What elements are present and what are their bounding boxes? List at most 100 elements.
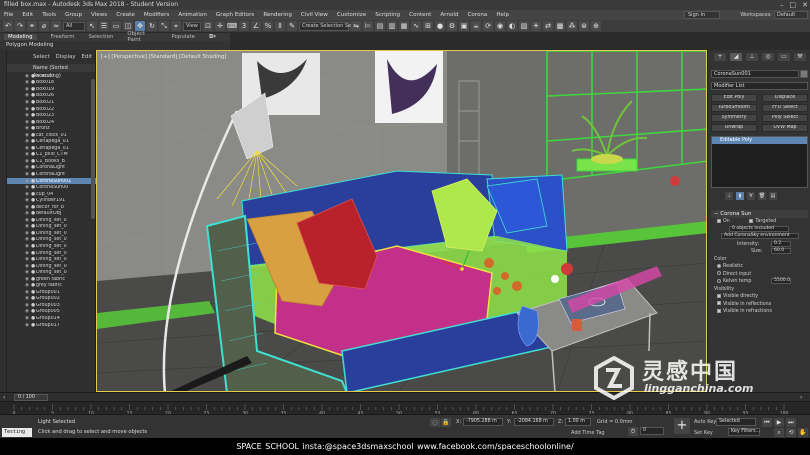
explorer-tab-select[interactable]: Select xyxy=(33,54,50,64)
menu-views[interactable]: Views xyxy=(91,12,107,18)
tab-populate[interactable]: Populate xyxy=(172,34,195,40)
time-config-icon[interactable]: ⏱ xyxy=(628,427,638,436)
menu-graph-editors[interactable]: Graph Editors xyxy=(216,12,254,18)
kelvin-temp-radio[interactable]: Kelvin temp xyxy=(717,278,751,284)
menu-rendering[interactable]: Rendering xyxy=(263,12,292,18)
menu-civil-view[interactable]: Civil View xyxy=(301,12,328,18)
selection-filter-dropdown[interactable]: All xyxy=(63,21,85,31)
orbit-icon[interactable]: ⟲ xyxy=(786,428,796,437)
targeted-checkbox[interactable]: Targeted xyxy=(749,218,776,224)
edit-named-selection-icon[interactable]: ✎ xyxy=(287,21,297,31)
visible-directly-checkbox[interactable]: Visible directly xyxy=(711,293,808,301)
add-time-tag[interactable]: Add Time Tag xyxy=(571,430,605,436)
list-item[interactable]: ◉ ● Group017 xyxy=(7,322,96,329)
viewport-label[interactable]: [+] [Perspective] [Standard] [Default Sh… xyxy=(101,54,227,60)
rollout-title[interactable]: − Corona Sun xyxy=(711,210,808,218)
current-frame-field[interactable]: 0 xyxy=(640,427,664,435)
realistic-radio[interactable]: Realistic xyxy=(711,263,808,271)
material-editor-icon[interactable]: ● xyxy=(435,21,445,31)
menu-scripting[interactable]: Scripting xyxy=(375,12,400,18)
create-tab-icon[interactable]: + xyxy=(714,53,726,61)
menu-help[interactable]: Help xyxy=(496,12,509,18)
visible-reflections-checkbox[interactable]: Visible in reflections xyxy=(711,301,808,309)
explorer-tab-display[interactable]: Display xyxy=(56,54,76,64)
schematic-view-icon[interactable]: ⊞ xyxy=(423,21,433,31)
maximize-icon[interactable]: □ xyxy=(790,0,797,10)
snaps-toggle-icon[interactable]: 3 xyxy=(239,21,249,31)
uvw-map-button[interactable]: UVW Map xyxy=(762,124,808,132)
menu-tools[interactable]: Tools xyxy=(42,12,56,18)
redo-icon[interactable]: ↷ xyxy=(15,21,25,31)
percent-snap-icon[interactable]: % xyxy=(263,21,273,31)
render-setup-icon[interactable]: ⚙ xyxy=(447,21,457,31)
mirror-icon[interactable]: ⇋ xyxy=(351,21,361,31)
tab-modeling[interactable]: Modeling xyxy=(4,34,37,40)
poly-select-button[interactable]: Poly Select xyxy=(762,114,808,122)
displace-button[interactable]: Displace xyxy=(762,94,808,102)
corona-render-icon[interactable]: ◉ xyxy=(495,21,505,31)
turbosmooth-button[interactable]: TurboSmooth xyxy=(711,104,757,112)
window-crossing-icon[interactable]: ◫ xyxy=(123,21,133,31)
keyboard-shortcut-icon[interactable]: ⌨ xyxy=(227,21,237,31)
select-place-icon[interactable]: ⌖ xyxy=(171,21,181,31)
remove-modifier-icon[interactable]: 🗑 xyxy=(758,192,766,200)
pan-icon[interactable]: ✋ xyxy=(798,428,808,437)
select-object-icon[interactable]: ↖ xyxy=(87,21,97,31)
isolate-selection-icon[interactable]: ◌ xyxy=(430,418,440,427)
create-selection-set-dropdown[interactable]: Create Selection Se xyxy=(299,21,351,31)
x-coordinate-field[interactable]: -7905.288 m xyxy=(463,418,503,426)
spinner-snap-icon[interactable]: ⇕ xyxy=(275,21,285,31)
direct-input-radio[interactable]: Direct input xyxy=(711,271,808,279)
explorer-scrollbar[interactable] xyxy=(91,79,95,219)
polygon-modeling-label[interactable]: Polygon Modeling xyxy=(6,42,53,48)
set-key-button[interactable]: Set Key xyxy=(694,430,713,436)
corona-scatter-icon[interactable]: ⁂ xyxy=(567,21,577,31)
menu-content[interactable]: Content xyxy=(409,12,431,18)
y-coordinate-field[interactable]: -2084.168 m xyxy=(514,418,554,426)
render-iterative-icon[interactable]: ⟳ xyxy=(483,21,493,31)
selected-dropdown[interactable]: Selected xyxy=(716,418,756,426)
unwrap-button[interactable]: Unwrap xyxy=(711,124,757,132)
undo-icon[interactable]: ↶ xyxy=(3,21,13,31)
pivot-center-icon[interactable]: ⊡ xyxy=(203,21,213,31)
workspace-select[interactable]: Default xyxy=(774,11,808,19)
zoom-icon[interactable]: ⌕ xyxy=(774,428,784,437)
show-end-result-icon[interactable]: ▮ xyxy=(736,192,744,200)
select-rotate-icon[interactable]: ↻ xyxy=(147,21,157,31)
ribbon-toggle-icon[interactable]: ▦ xyxy=(399,21,409,31)
modifier-list-dropdown[interactable]: Modifier List xyxy=(711,82,808,90)
ffd-select-button[interactable]: FFD Select xyxy=(762,104,808,112)
scene-explorer-toggle-icon[interactable]: ▤ xyxy=(375,21,385,31)
kelvin-spinner[interactable]: 5500.0 xyxy=(771,278,791,284)
explorer-tab-edit[interactable]: Edit xyxy=(82,54,92,64)
intensity-spinner[interactable]: 0.2 xyxy=(771,240,791,247)
unlink-icon[interactable]: ⌀ xyxy=(39,21,49,31)
select-by-name-icon[interactable]: ☰ xyxy=(99,21,109,31)
menu-arnold[interactable]: Arnold xyxy=(440,12,458,18)
corona-light-lister-icon[interactable]: ☀ xyxy=(531,21,541,31)
menu-animation[interactable]: Animation xyxy=(178,12,207,18)
menu-customize[interactable]: Customize xyxy=(337,12,366,18)
corona-vfb-icon[interactable]: ▨ xyxy=(519,21,529,31)
select-scale-icon[interactable]: ⤡ xyxy=(159,21,169,31)
menu-file[interactable]: File xyxy=(4,12,13,18)
object-name-field[interactable]: CoronaSun001 xyxy=(711,70,799,78)
visible-refractions-checkbox[interactable]: Visible in refractions xyxy=(711,308,808,316)
stack-item-editable-poly[interactable]: Editable Poly xyxy=(712,137,807,144)
corona-proxy-icon[interactable]: ⊛ xyxy=(579,21,589,31)
maxscript-listener[interactable]: Testing Is xyxy=(2,428,32,444)
hierarchy-tab-icon[interactable]: ⊥ xyxy=(746,53,758,61)
go-to-start-icon[interactable]: ⏮ xyxy=(762,418,772,427)
bind-space-warp-icon[interactable]: ≈ xyxy=(51,21,61,31)
edit-poly-button[interactable]: Edit Poly xyxy=(711,94,757,102)
ribbon-options-icon[interactable]: ◘▾ xyxy=(209,34,216,40)
menu-corona[interactable]: Corona xyxy=(467,12,487,18)
reference-coordinate-dropdown[interactable]: View xyxy=(183,21,201,31)
motion-tab-icon[interactable]: ◎ xyxy=(762,53,774,61)
curve-editor-icon[interactable]: ∿ xyxy=(411,21,421,31)
selection-lock-icon[interactable]: 🔒 xyxy=(441,418,451,427)
corona-toolbar-icon[interactable]: ⊕ xyxy=(591,21,601,31)
angle-snap-icon[interactable]: ∠ xyxy=(251,21,261,31)
select-manipulate-icon[interactable]: ✛ xyxy=(215,21,225,31)
tab-selection[interactable]: Selection xyxy=(89,34,114,40)
